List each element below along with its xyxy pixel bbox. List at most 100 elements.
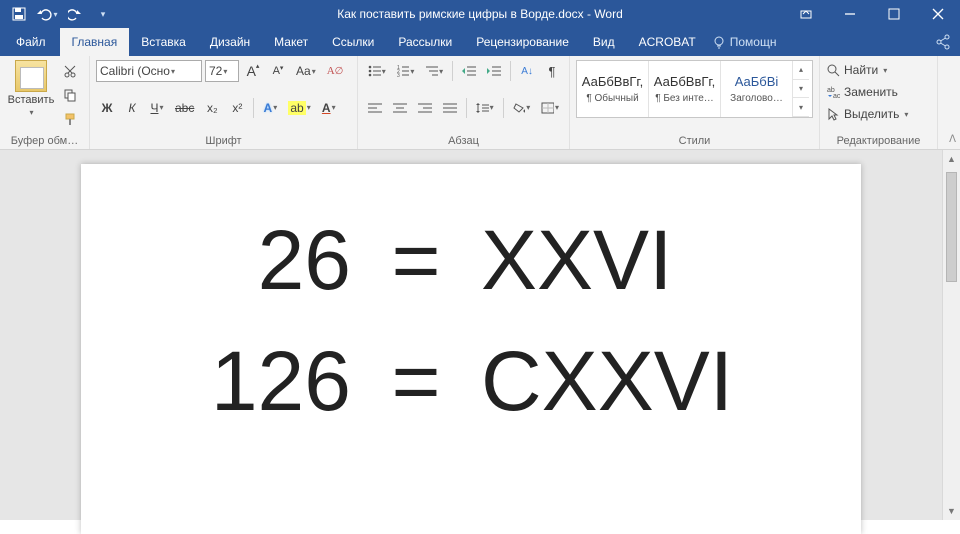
- strikethrough-button[interactable]: abc: [171, 97, 198, 119]
- align-center-button[interactable]: [389, 97, 411, 119]
- multilevel-icon: [425, 65, 438, 77]
- style-no-spacing[interactable]: АаБбВвГг, ¶ Без инте…: [649, 61, 721, 117]
- tab-file[interactable]: Файл: [2, 28, 60, 56]
- page[interactable]: 26 = XXVI 126 = CXXVI: [81, 164, 861, 534]
- bold-label: Ж: [102, 101, 113, 115]
- doc-r1-num: 26: [151, 212, 351, 309]
- shrink-font-button[interactable]: A▾: [267, 60, 289, 82]
- font-size-value: 72: [209, 64, 222, 78]
- change-case-label: Aa: [296, 64, 311, 78]
- grow-font-button[interactable]: A▴: [242, 60, 264, 82]
- scissors-icon: [63, 64, 77, 78]
- format-painter-button[interactable]: [59, 108, 81, 130]
- collapse-ribbon-button[interactable]: ᐱ: [949, 134, 956, 145]
- subscript-button[interactable]: x₂: [201, 97, 223, 119]
- align-left-icon: [368, 102, 382, 114]
- tab-layout[interactable]: Макет: [262, 28, 320, 56]
- tab-review[interactable]: Рецензирование: [464, 28, 581, 56]
- close-button[interactable]: [916, 0, 960, 28]
- multilevel-list-button[interactable]: ▾: [421, 60, 447, 82]
- decrease-indent-button[interactable]: [458, 60, 480, 82]
- scroll-down-button[interactable]: ▼: [943, 502, 960, 520]
- font-size-select[interactable]: 72▾: [205, 60, 239, 82]
- ribbon-display-options-button[interactable]: [784, 0, 828, 28]
- ribbon: Вставить ▾ Буфер обм… Calibri (Осно▾ 72▾…: [0, 56, 960, 150]
- lightbulb-icon: [712, 35, 726, 49]
- tab-references[interactable]: Ссылки: [320, 28, 386, 56]
- align-right-button[interactable]: [414, 97, 436, 119]
- document-area: 26 = XXVI 126 = CXXVI ▲ ▼: [0, 150, 960, 520]
- customize-qat-button[interactable]: ▾: [90, 2, 116, 26]
- underline-button[interactable]: Ч▾: [146, 97, 168, 119]
- align-left-button[interactable]: [364, 97, 386, 119]
- group-styles: АаБбВвГг, ¶ Обычный АаБбВвГг, ¶ Без инте…: [570, 56, 820, 149]
- tab-home[interactable]: Главная: [60, 28, 130, 56]
- styles-gallery[interactable]: АаБбВвГг, ¶ Обычный АаБбВвГг, ¶ Без инте…: [576, 60, 813, 118]
- styles-gallery-more[interactable]: ▴▾▾: [793, 61, 809, 117]
- bullets-button[interactable]: ▾: [364, 60, 390, 82]
- style-heading1[interactable]: АаБбВі Заголово…: [721, 61, 793, 117]
- font-name-select[interactable]: Calibri (Осно▾: [96, 60, 202, 82]
- shading-button[interactable]: ▾: [509, 97, 535, 119]
- increase-indent-button[interactable]: [483, 60, 505, 82]
- underline-label: Ч: [150, 101, 158, 115]
- undo-button[interactable]: ▾: [34, 2, 60, 26]
- change-case-button[interactable]: Aa▾: [292, 60, 320, 82]
- show-marks-button[interactable]: ¶: [541, 60, 563, 82]
- style-heading1-name: Заголово…: [730, 93, 783, 104]
- cut-button[interactable]: [59, 60, 81, 82]
- group-font: Calibri (Осно▾ 72▾ A▴ A▾ Aa▾ A∅ Ж К Ч▾ a…: [90, 56, 358, 149]
- doc-line-1: 26 = XXVI: [151, 212, 801, 309]
- justify-button[interactable]: [439, 97, 461, 119]
- group-editing: Найти▾ abac Заменить Выделить▾ Редактиро…: [820, 56, 938, 149]
- ribbon-tabs: Файл Главная Вставка Дизайн Макет Ссылки…: [0, 28, 960, 56]
- tab-design[interactable]: Дизайн: [198, 28, 262, 56]
- text-effects-button[interactable]: A▾: [259, 97, 281, 119]
- style-nospace-sample: АаБбВвГг,: [654, 74, 715, 89]
- tab-insert[interactable]: Вставка: [129, 28, 198, 56]
- tell-me-label: Помощн: [730, 35, 777, 49]
- scroll-up-button[interactable]: ▲: [943, 150, 960, 168]
- line-spacing-button[interactable]: ▾: [472, 97, 498, 119]
- style-normal-name: ¶ Обычный: [586, 93, 638, 104]
- highlight-button[interactable]: ab▾: [284, 97, 314, 119]
- style-normal-sample: АаБбВвГг,: [582, 74, 643, 89]
- font-color-button[interactable]: A▾: [318, 97, 340, 119]
- restore-button[interactable]: [872, 0, 916, 28]
- style-nospace-name: ¶ Без инте…: [655, 93, 714, 104]
- redo-button[interactable]: [62, 2, 88, 26]
- tell-me[interactable]: Помощн: [712, 28, 777, 56]
- vertical-scrollbar[interactable]: ▲ ▼: [942, 150, 960, 520]
- tab-acrobat[interactable]: ACROBAT: [627, 28, 708, 56]
- italic-label: К: [128, 101, 135, 115]
- find-button[interactable]: Найти▾: [826, 60, 931, 80]
- superscript-button[interactable]: x²: [226, 97, 248, 119]
- share-button[interactable]: [934, 28, 952, 56]
- clear-formatting-button[interactable]: A∅: [323, 60, 348, 82]
- select-label: Выделить: [844, 107, 899, 121]
- style-normal[interactable]: АаБбВвГг, ¶ Обычный: [577, 61, 649, 117]
- numbering-button[interactable]: 123▾: [393, 60, 419, 82]
- minimize-button[interactable]: [828, 0, 872, 28]
- bold-button[interactable]: Ж: [96, 97, 118, 119]
- scroll-track[interactable]: [943, 168, 960, 502]
- group-paragraph: ▾ 123▾ ▾ A↓ ¶ ▾ ▾ ▾ Абзац: [358, 56, 570, 149]
- tab-view[interactable]: Вид: [581, 28, 627, 56]
- select-button[interactable]: Выделить▾: [826, 104, 931, 124]
- spacing-icon: [476, 102, 489, 114]
- borders-button[interactable]: ▾: [537, 97, 563, 119]
- bucket-icon: [513, 102, 526, 114]
- group-editing-label: Редактирование: [826, 133, 931, 147]
- scroll-thumb[interactable]: [946, 172, 957, 282]
- copy-button[interactable]: [59, 84, 81, 106]
- bullets-icon: [368, 65, 381, 77]
- tab-mailings[interactable]: Рассылки: [386, 28, 464, 56]
- doc-r1-eq: =: [351, 212, 481, 309]
- sort-button[interactable]: A↓: [516, 60, 538, 82]
- svg-text:3: 3: [397, 73, 400, 77]
- save-button[interactable]: [6, 2, 32, 26]
- replace-button[interactable]: abac Заменить: [826, 82, 931, 102]
- italic-button[interactable]: К: [121, 97, 143, 119]
- numbering-icon: 123: [397, 65, 410, 77]
- paste-button[interactable]: Вставить ▾: [6, 60, 56, 128]
